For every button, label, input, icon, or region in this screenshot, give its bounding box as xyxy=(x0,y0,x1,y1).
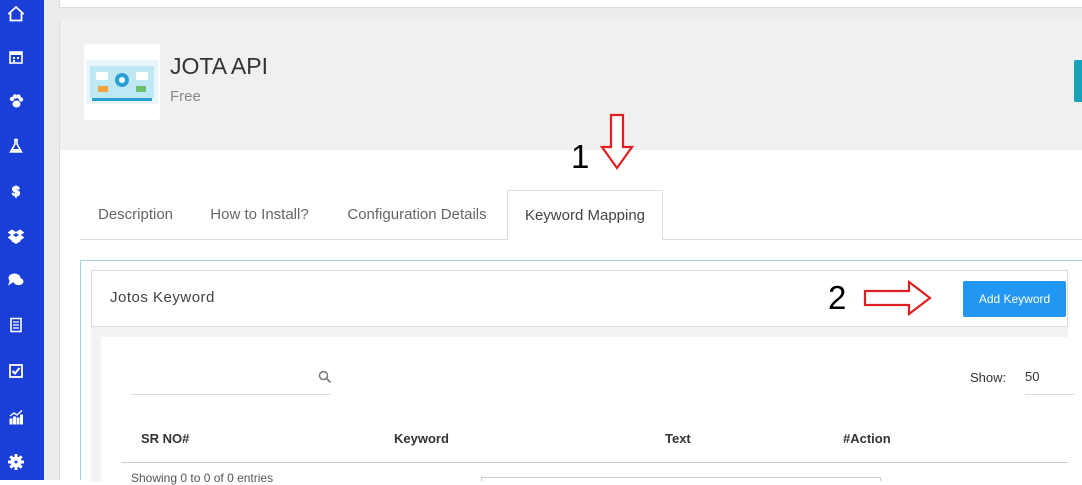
col-header-keyword[interactable]: Keyword xyxy=(394,431,449,446)
col-header-text[interactable]: Text xyxy=(665,431,691,446)
entries-info: Showing 0 to 0 of 0 entries xyxy=(131,471,274,485)
search-icon[interactable] xyxy=(318,370,332,384)
checkbox-icon[interactable] xyxy=(4,359,28,383)
paw-icon[interactable] xyxy=(4,89,28,113)
add-keyword-button[interactable]: Add Keyword xyxy=(963,281,1066,317)
show-label: Show: xyxy=(970,370,1007,385)
side-accent-tab[interactable] xyxy=(1074,60,1082,102)
sidebar: $ xyxy=(0,0,44,480)
tab-how-to-install[interactable]: How to Install? xyxy=(191,190,328,240)
flask-icon[interactable] xyxy=(4,134,28,158)
app-price: Free xyxy=(170,88,201,105)
dropbox-icon[interactable] xyxy=(4,224,28,248)
app-detail-card: JOTA API Free 1 Description How to Insta… xyxy=(59,20,1082,485)
chart-icon[interactable] xyxy=(4,405,28,429)
keyword-panel: Jotos Keyword Add Keyword 2 Show: 50 SR … xyxy=(80,260,1082,485)
tab-description[interactable]: Description xyxy=(80,190,191,240)
app-thumbnail xyxy=(84,44,160,120)
pagination[interactable] xyxy=(481,477,881,481)
svg-text:$: $ xyxy=(12,183,20,198)
document-icon[interactable] xyxy=(4,313,28,337)
tab-configuration-details[interactable]: Configuration Details xyxy=(328,190,506,240)
tab-bar: Description How to Install? Configuratio… xyxy=(80,190,1082,241)
panel-title: Jotos Keyword xyxy=(110,289,215,306)
annotation-step-1: 1 xyxy=(571,138,590,175)
main-content: JOTA API Free 1 Description How to Insta… xyxy=(44,0,1082,485)
tab-keyword-mapping[interactable]: Keyword Mapping xyxy=(507,190,663,241)
chat-icon[interactable] xyxy=(4,268,28,292)
annotation-arrow-right-icon xyxy=(863,280,932,316)
annotation-step-2: 2 xyxy=(828,279,847,316)
panel-body: Show: 50 SR NO# Keyword Text #Action Sho… xyxy=(101,337,1075,485)
top-card-edge xyxy=(59,0,1082,8)
page-size-select[interactable]: 50 xyxy=(1025,359,1075,395)
col-header-action[interactable]: #Action xyxy=(843,431,891,446)
col-header-sr-no[interactable]: SR NO# xyxy=(141,431,189,446)
calendar-icon[interactable] xyxy=(4,45,28,69)
table-header-divider xyxy=(121,462,1068,463)
gear-icon[interactable] xyxy=(4,450,28,474)
annotation-arrow-down-icon xyxy=(600,113,634,170)
app-header: JOTA API Free xyxy=(60,20,1082,150)
search-input[interactable] xyxy=(131,359,311,394)
search-box xyxy=(131,359,332,395)
app-title: JOTA API xyxy=(170,53,268,79)
dollar-icon[interactable]: $ xyxy=(4,178,28,202)
home-icon[interactable] xyxy=(4,2,28,26)
